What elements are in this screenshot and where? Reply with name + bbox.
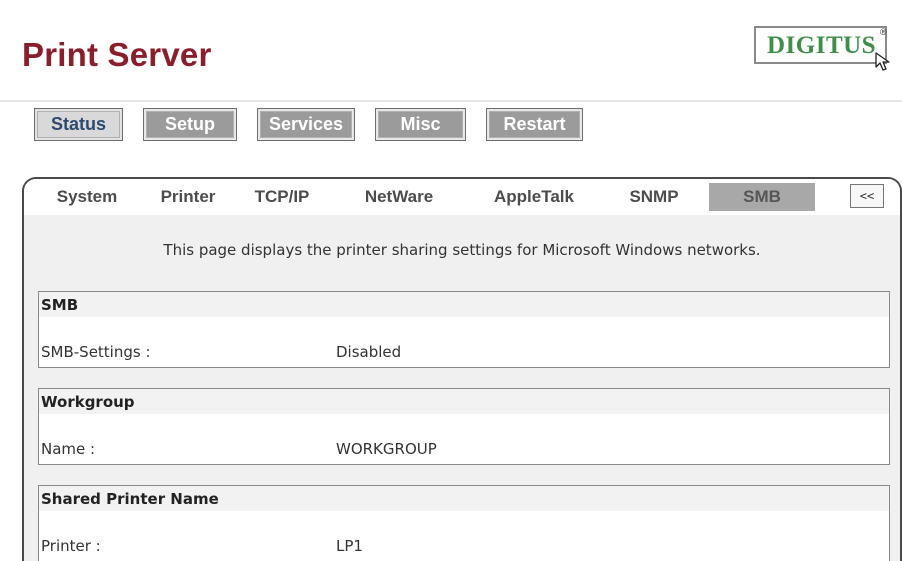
misc-button-label: Misc [378, 111, 463, 138]
content-panel: System Printer TCP/IP NetWare AppleTalk … [22, 177, 902, 561]
section-title: SMB [39, 292, 889, 317]
status-button-label: Status [37, 111, 120, 138]
tab-netware[interactable]: NetWare [347, 183, 451, 211]
tab-printer[interactable]: Printer [145, 183, 231, 211]
registered-mark: ® [880, 27, 887, 37]
field-label: Name : [41, 440, 96, 458]
cursor-icon [875, 52, 890, 71]
tab-appletalk[interactable]: AppleTalk [474, 183, 594, 211]
misc-button[interactable]: Misc [375, 108, 466, 141]
workgroup-section: Workgroup Name : WORKGROUP [38, 388, 890, 465]
restart-button-label: Restart [489, 111, 580, 138]
tab-smb[interactable]: SMB [709, 183, 815, 211]
field-label: SMB-Settings : [41, 343, 151, 361]
shared-printer-section: Shared Printer Name Printer : LP1 [38, 485, 890, 561]
restart-button[interactable]: Restart [486, 108, 583, 141]
status-button[interactable]: Status [34, 108, 123, 141]
tab-tcpip[interactable]: TCP/IP [240, 183, 324, 211]
tab-snmp[interactable]: SNMP [616, 183, 692, 211]
section-title: Workgroup [39, 389, 889, 414]
collapse-button[interactable]: << [850, 184, 884, 208]
digitus-logo[interactable]: DIGITUS ® [754, 26, 895, 72]
services-button[interactable]: Services [257, 108, 355, 141]
sub-tab-bar: System Printer TCP/IP NetWare AppleTalk … [24, 179, 900, 215]
logo-frame: DIGITUS ® [754, 26, 887, 64]
header-divider [0, 100, 902, 102]
field-label: Printer : [41, 537, 101, 555]
field-value: WORKGROUP [336, 440, 437, 458]
logo-text: DIGITUS [767, 32, 877, 59]
smb-section: SMB SMB-Settings : Disabled [38, 291, 890, 368]
tab-system[interactable]: System [37, 183, 137, 211]
field-value: LP1 [336, 537, 363, 555]
section-title: Shared Printer Name [39, 486, 889, 511]
services-button-label: Services [260, 111, 352, 138]
setup-button-label: Setup [146, 111, 234, 138]
field-value: Disabled [336, 343, 402, 361]
setup-button[interactable]: Setup [143, 108, 237, 141]
page-description: This page displays the printer sharing s… [163, 241, 761, 259]
page-title: Print Server [22, 36, 212, 73]
